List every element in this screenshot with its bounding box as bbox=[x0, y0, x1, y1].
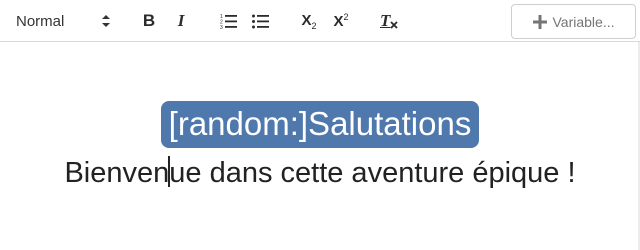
superscript-x: X bbox=[333, 13, 344, 30]
ordered-list-button[interactable]: 1 2 3 bbox=[216, 8, 242, 34]
bullet-list-icon bbox=[252, 14, 269, 29]
bold-button[interactable]: B bbox=[136, 8, 162, 34]
clear-format-icon: T bbox=[379, 11, 399, 31]
editor-content[interactable]: [random:]Salutations Bienvenue dans cett… bbox=[0, 42, 640, 250]
superscript-number: 2 bbox=[343, 12, 349, 22]
editor-line-1: [random:]Salutations bbox=[0, 101, 640, 149]
superscript-button[interactable]: X2 bbox=[328, 8, 354, 34]
variable-tag[interactable]: [random:]Salutations bbox=[160, 101, 480, 148]
select-arrows-icon bbox=[102, 15, 110, 27]
rich-text-editor: Normal B I 1 2 3 X2 X2 T Variable... [ra… bbox=[0, 0, 640, 250]
text-after-caret: ue dans cette aventure épique ! bbox=[169, 157, 576, 189]
superscript-icon: X2 bbox=[333, 12, 348, 30]
clear-format-t: T bbox=[380, 11, 391, 30]
insert-variable-button[interactable]: Variable... bbox=[511, 4, 636, 39]
format-select[interactable]: Normal bbox=[16, 8, 116, 34]
italic-icon: I bbox=[177, 11, 185, 30]
text-before-caret: Bienven bbox=[64, 157, 170, 189]
subscript-icon: X2 bbox=[301, 12, 316, 31]
subscript-x: X bbox=[301, 11, 312, 29]
italic-button[interactable]: I bbox=[168, 8, 194, 34]
plus-icon bbox=[532, 14, 547, 29]
subscript-button[interactable]: X2 bbox=[296, 8, 322, 34]
svg-text:3: 3 bbox=[220, 25, 223, 29]
subscript-number: 2 bbox=[311, 20, 317, 31]
ordered-list-icon: 1 2 3 bbox=[220, 14, 237, 29]
format-select-value: Normal bbox=[16, 12, 65, 30]
bullet-list-button[interactable] bbox=[248, 8, 274, 34]
x-mark-icon bbox=[390, 21, 398, 29]
clear-format-button[interactable]: T bbox=[376, 8, 402, 34]
bold-icon: B bbox=[142, 11, 156, 30]
toolbar: Normal B I 1 2 3 X2 X2 T Variable... bbox=[0, 0, 640, 42]
editor-line-2: Bienvenue dans cette aventure épique ! bbox=[0, 151, 640, 195]
insert-variable-label: Variable... bbox=[552, 13, 615, 30]
